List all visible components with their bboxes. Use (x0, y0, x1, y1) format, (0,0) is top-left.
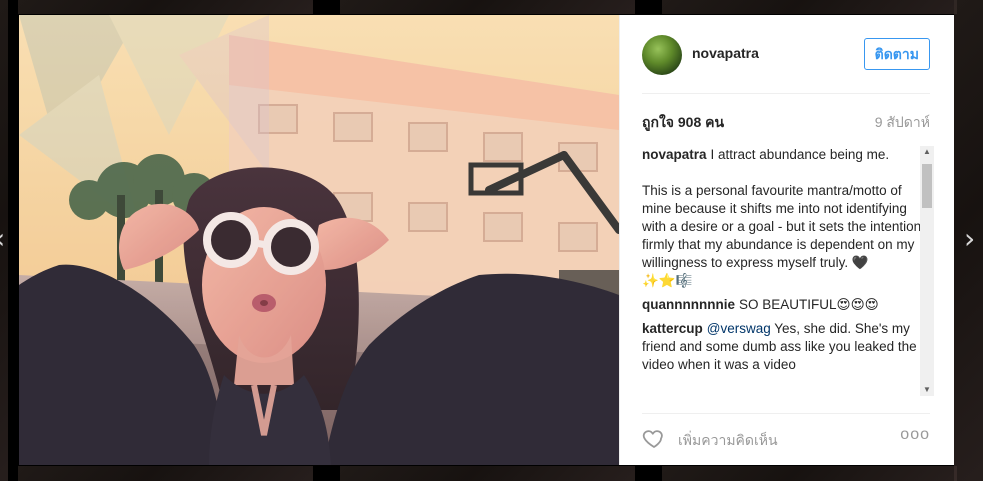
follow-button[interactable]: ติดตาม (863, 38, 930, 70)
comment-text: I attract abundance being me. This is a … (642, 147, 922, 288)
more-options-icon[interactable]: ooo (900, 426, 930, 444)
background-thumbnail (18, 0, 313, 14)
post-header: novapatra ติดตาม (642, 15, 930, 94)
photo-illustration (19, 15, 619, 465)
comment-mention[interactable]: @verswag (707, 321, 771, 336)
comment-item: novapatra I attract abundance being me. T… (642, 146, 931, 290)
next-post-chevron-right-icon[interactable]: › (964, 224, 982, 254)
post-modal: novapatra ติดตาม ถูกใจ 908 คน 9 สัปดาห์ … (19, 15, 954, 465)
comment-text: SO BEAUTIFUL😍😍😍 (738, 297, 879, 312)
avatar[interactable] (642, 35, 682, 75)
background-thumbnail (340, 0, 635, 14)
modal-backdrop: ‹ › (0, 0, 983, 481)
background-thumbnail (662, 466, 957, 481)
post-sidebar: novapatra ติดตาม ถูกใจ 908 คน 9 สัปดาห์ … (619, 15, 954, 465)
comment-item: kattercup @verswag Yes, she did. She's my… (642, 320, 931, 374)
comments-list[interactable]: novapatra I attract abundance being me. T… (642, 146, 931, 398)
add-comment-input[interactable]: เพิ่มความคิดเห็น (678, 430, 778, 452)
comment-username[interactable]: novapatra (642, 147, 707, 162)
post-photo[interactable] (19, 15, 619, 465)
scrollbar-thumb[interactable] (922, 164, 932, 208)
post-stats: ถูกใจ 908 คน 9 สัปดาห์ (642, 94, 930, 144)
likes-count[interactable]: ถูกใจ 908 คน (642, 112, 724, 134)
comments-scrollbar[interactable]: ▲ ▼ (920, 146, 934, 396)
comment-item: quannnnnnnie SO BEAUTIFUL😍😍😍 (642, 296, 931, 314)
background-thumbnail (18, 466, 313, 481)
scroll-down-arrow-icon[interactable]: ▼ (920, 384, 934, 396)
comment-username[interactable]: kattercup (642, 321, 703, 336)
previous-post-chevron-left-icon[interactable]: ‹ (0, 224, 12, 254)
like-heart-icon[interactable] (642, 426, 666, 450)
post-footer: เพิ่มความคิดเห็น ooo (642, 413, 930, 466)
background-thumbnail (340, 466, 635, 481)
background-thumbnail (662, 0, 957, 14)
comment-username[interactable]: quannnnnnnie (642, 297, 735, 312)
scroll-up-arrow-icon[interactable]: ▲ (920, 146, 934, 158)
post-time: 9 สัปดาห์ (874, 114, 930, 130)
post-username[interactable]: novapatra (692, 45, 759, 61)
